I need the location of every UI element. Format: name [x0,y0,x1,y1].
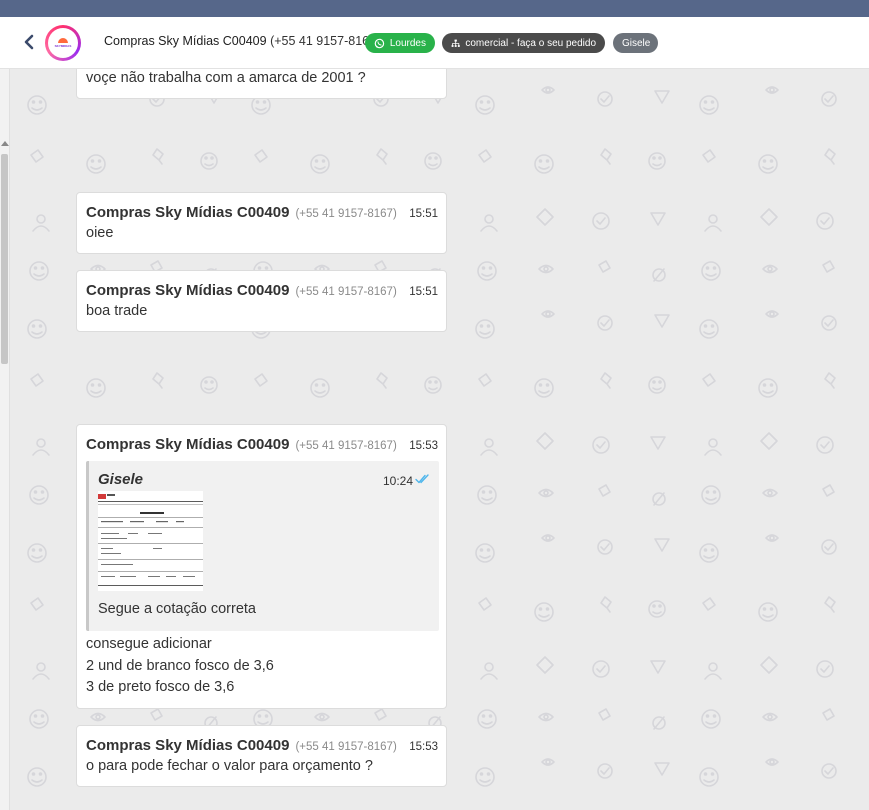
avatar[interactable]: SKYMIDIAS [45,25,81,61]
message-time: 15:51 [409,286,438,298]
queue-tag-label: comercial - faça o seu pedido [465,37,596,49]
message-sender: Compras Sky Mídias C00409 [86,436,290,453]
queue-tag[interactable]: comercial - faça o seu pedido [442,33,605,53]
message-time: 15:53 [409,741,438,753]
quoted-sender: Gisele [98,471,144,488]
message-phone: (+55 41 9157-8167) [295,741,397,753]
message-sender: Compras Sky Mídias C00409 [86,282,290,299]
logo-icon [58,38,68,43]
double-check-icon [415,474,429,484]
quoted-time: 10:24 [382,474,413,488]
scroll-up-arrow-icon[interactable] [1,141,9,146]
message-bubble: Compras Sky Mídias C00409 (+55 41 9157-8… [76,725,447,787]
side-scrollbar[interactable] [0,69,10,810]
agent-tag-label: Gisele [622,37,651,49]
message-sender: Compras Sky Mídias C00409 [86,737,290,754]
quoted-caption: Segue a cotação correta [98,601,256,617]
chat-area: voçe não trabalha com a amarca de 2001 ?… [11,69,869,810]
message-text: o para pode fechar o valor para orçament… [86,758,373,774]
agent-tag[interactable]: Gisele [613,33,658,53]
message-text: voçe não trabalha com a amarca de 2001 ? [86,70,366,86]
message-time: 15:53 [409,440,438,452]
chevron-left-icon [24,34,34,50]
message-bubble: Compras Sky Mídias C00409 (+55 41 9157-8… [76,424,447,709]
message-text-line: 3 de preto fosco de 3,6 [86,679,235,695]
message-bubble: Compras Sky Mídias C00409 (+55 41 9157-8… [76,270,447,332]
quoted-message[interactable]: Gisele 10:24 Segue a cotação correta [86,461,439,631]
message-sender: Compras Sky Mídias C00409 [86,204,290,221]
message-text-line: 2 und de branco fosco de 3,6 [86,657,274,674]
chat-header: SKYMIDIAS Compras Sky Mídias C00409 (+55… [0,17,869,69]
message-phone: (+55 41 9157-8167) [295,286,397,298]
whatsapp-icon [374,38,385,48]
back-button[interactable] [18,31,40,53]
channel-tag-label: Lourdes [389,37,426,49]
contact-title[interactable]: Compras Sky Mídias C00409 (+55 41 9157-8… [104,34,380,48]
message-bubble: voçe não trabalha com a amarca de 2001 ? [76,69,447,99]
document-thumbnail[interactable] [98,491,203,591]
message-text: boa trade [86,303,148,319]
top-strip [0,0,869,17]
contact-name: Compras Sky Mídias C00409 [104,34,267,48]
message-phone: (+55 41 9157-8167) [295,208,397,220]
contact-phone: (+55 41 9157-8167) [270,34,381,48]
message-time: 15:51 [409,208,438,220]
sitemap-icon [451,39,460,47]
message-text-line: consegue adicionar [86,636,212,652]
message-bubble: Compras Sky Mídias C00409 (+55 41 9157-8… [76,192,447,254]
message-text: oiee [86,225,114,241]
message-phone: (+55 41 9157-8167) [295,440,397,452]
avatar-logo-text: SKYMIDIAS [54,44,72,48]
channel-tag[interactable]: Lourdes [365,33,435,53]
scrollbar-thumb[interactable] [1,154,8,364]
document-preview-image [98,491,203,591]
